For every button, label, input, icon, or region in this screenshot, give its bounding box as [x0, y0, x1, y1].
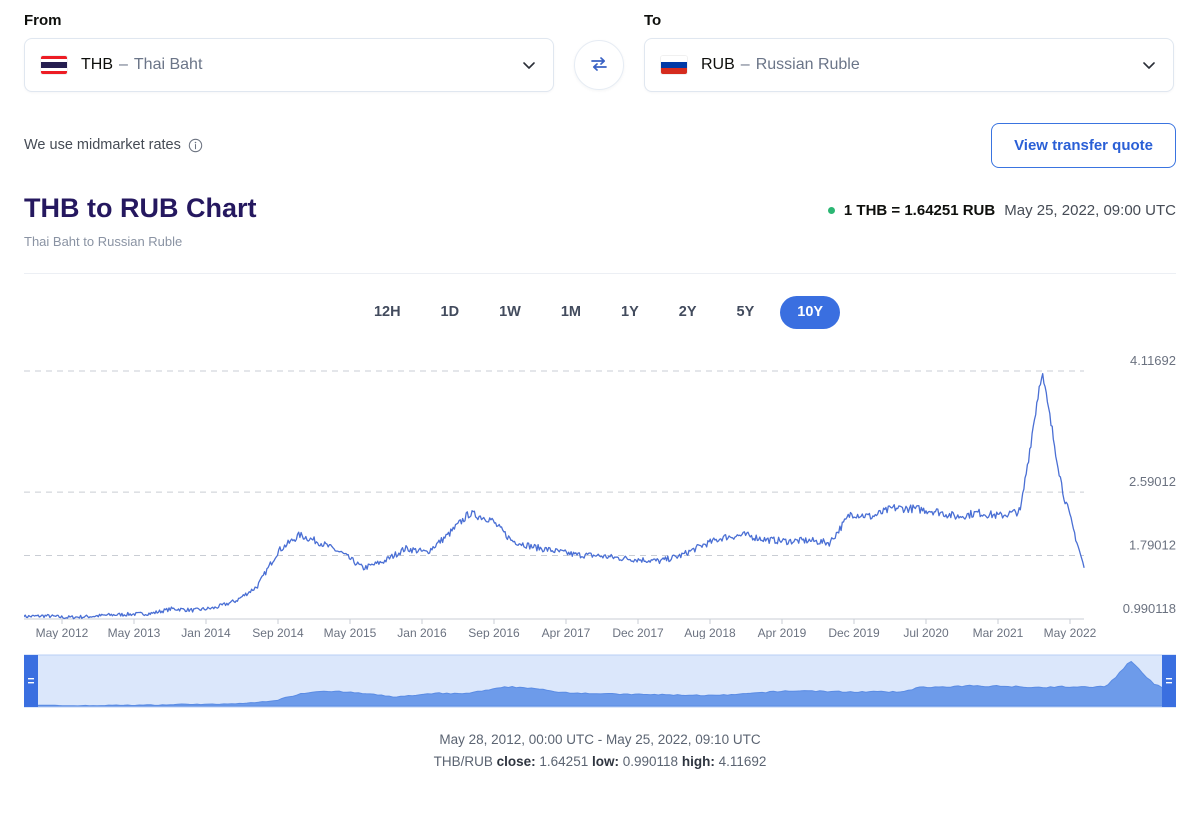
footer-low-label: low: [592, 754, 619, 769]
chart-gridlines [24, 371, 1084, 556]
chart-x-label: Dec 2017 [612, 626, 664, 639]
chart-x-label: Aug 2018 [684, 626, 736, 639]
page-title: THB to RUB Chart [24, 192, 256, 224]
thailand-flag-icon [41, 56, 67, 74]
chart-y-axis-labels: 4.11692 2.59012 1.79012 0.990118 [1123, 353, 1176, 616]
price-chart[interactable]: 4.116922.590121.790120.990118 May 2012Ma… [24, 349, 1176, 639]
chevron-down-icon[interactable] [521, 57, 537, 73]
current-rate-value: 1 THB = 1.64251 RUB [844, 202, 995, 219]
chart-x-label: May 2013 [108, 626, 161, 639]
to-currency-name: Russian Ruble [756, 56, 860, 74]
swap-arrows-icon [588, 53, 610, 78]
chart-header: THB to RUB Chart Thai Baht to Russian Ru… [24, 192, 1176, 249]
chart-x-label: Sep 2016 [468, 626, 520, 639]
from-dash: – [119, 56, 128, 74]
footer-low-value: 0.990118 [623, 754, 678, 769]
price-chart-svg: 4.116922.590121.790120.990118 May 2012Ma… [24, 349, 1176, 639]
live-status-dot-icon [828, 207, 835, 214]
info-circle-icon[interactable] [188, 138, 203, 153]
from-currency-code: THB [81, 56, 113, 74]
page-subtitle: Thai Baht to Russian Ruble [24, 234, 256, 249]
chart-x-label: Dec 2019 [828, 626, 880, 639]
navigator-left-handle[interactable] [24, 655, 38, 707]
russia-flag-icon [661, 56, 687, 74]
midmarket-note: We use midmarket rates [24, 137, 203, 153]
chart-navigator[interactable] [24, 651, 1176, 711]
chart-footer: May 28, 2012, 00:00 UTC - May 25, 2022, … [24, 729, 1176, 773]
to-currency-field: To RUB – Russian Ruble [644, 12, 1174, 92]
footer-close-label: close: [497, 754, 536, 769]
chart-x-label: May 2022 [1044, 626, 1097, 639]
chart-x-label: May 2012 [36, 626, 89, 639]
from-currency-select[interactable]: THB – Thai Baht [24, 38, 554, 92]
footer-high-label: high: [682, 754, 715, 769]
range-tab-2y[interactable]: 2Y [665, 297, 711, 328]
midmarket-row: We use midmarket rates View transfer quo… [24, 120, 1176, 170]
chart-y-label: 2.59012 [1129, 474, 1176, 489]
range-tab-1d[interactable]: 1D [427, 297, 474, 328]
swap-currencies-button[interactable] [574, 40, 624, 90]
from-currency-name: Thai Baht [134, 56, 202, 74]
footer-high-value: 4.11692 [719, 754, 767, 769]
chart-y-label: 4.11692 [1130, 353, 1176, 368]
chart-x-label: Apr 2019 [758, 626, 807, 639]
currency-chart-page: From THB – Thai Baht [0, 0, 1200, 830]
chart-x-axis-ticks [62, 619, 1070, 624]
header-divider [24, 273, 1176, 274]
footer-close-value: 1.64251 [539, 754, 588, 769]
rate-timestamp: May 25, 2022, 09:00 UTC [1004, 202, 1176, 219]
midmarket-text: We use midmarket rates [24, 137, 181, 153]
range-tab-1y[interactable]: 1Y [607, 297, 653, 328]
footer-pair: THB/RUB [434, 754, 493, 769]
chart-y-label: 1.79012 [1129, 537, 1176, 552]
to-label: To [644, 12, 1174, 30]
chart-x-label: Jan 2014 [181, 626, 231, 639]
price-line-series [24, 373, 1084, 618]
chart-x-label: May 2015 [324, 626, 377, 639]
chart-title-block: THB to RUB Chart Thai Baht to Russian Ru… [24, 192, 256, 249]
from-label: From [24, 12, 554, 30]
from-currency-field: From THB – Thai Baht [24, 12, 554, 92]
chart-y-label: 0.990118 [1123, 601, 1176, 616]
current-rate-block: 1 THB = 1.64251 RUB May 25, 2022, 09:00 … [828, 192, 1176, 219]
chart-x-axis-labels: May 2012 May 2013 Jan 2014 Sep 2014 May 2015… [36, 626, 1097, 639]
range-tab-5y[interactable]: 5Y [723, 297, 769, 328]
chart-x-label: Jan 2016 [397, 626, 447, 639]
chart-x-label: Apr 2017 [542, 626, 591, 639]
chevron-down-icon[interactable] [1141, 57, 1157, 73]
range-tabs: 12H 1D 1W 1M 1Y 2Y 5Y 10Y [24, 296, 1176, 329]
to-currency-select[interactable]: RUB – Russian Ruble [644, 38, 1174, 92]
range-tab-1w[interactable]: 1W [485, 297, 535, 328]
navigator-svg [24, 651, 1176, 711]
currency-selector-row: From THB – Thai Baht [24, 0, 1176, 92]
to-dash: – [741, 56, 750, 74]
to-currency-code: RUB [701, 56, 735, 74]
footer-stats: THB/RUB close: 1.64251 low: 0.990118 hig… [24, 751, 1176, 773]
navigator-right-handle[interactable] [1162, 655, 1176, 707]
chart-x-label: Sep 2014 [252, 626, 304, 639]
view-transfer-quote-button[interactable]: View transfer quote [991, 123, 1176, 168]
footer-date-range: May 28, 2012, 00:00 UTC - May 25, 2022, … [24, 729, 1176, 751]
range-tab-10y[interactable]: 10Y [780, 296, 840, 329]
range-tab-12h[interactable]: 12H [360, 297, 415, 328]
chart-x-label: Mar 2021 [973, 626, 1024, 639]
chart-x-label: Jul 2020 [903, 626, 949, 639]
swap-button-wrap [554, 38, 644, 92]
range-tab-1m[interactable]: 1M [547, 297, 595, 328]
